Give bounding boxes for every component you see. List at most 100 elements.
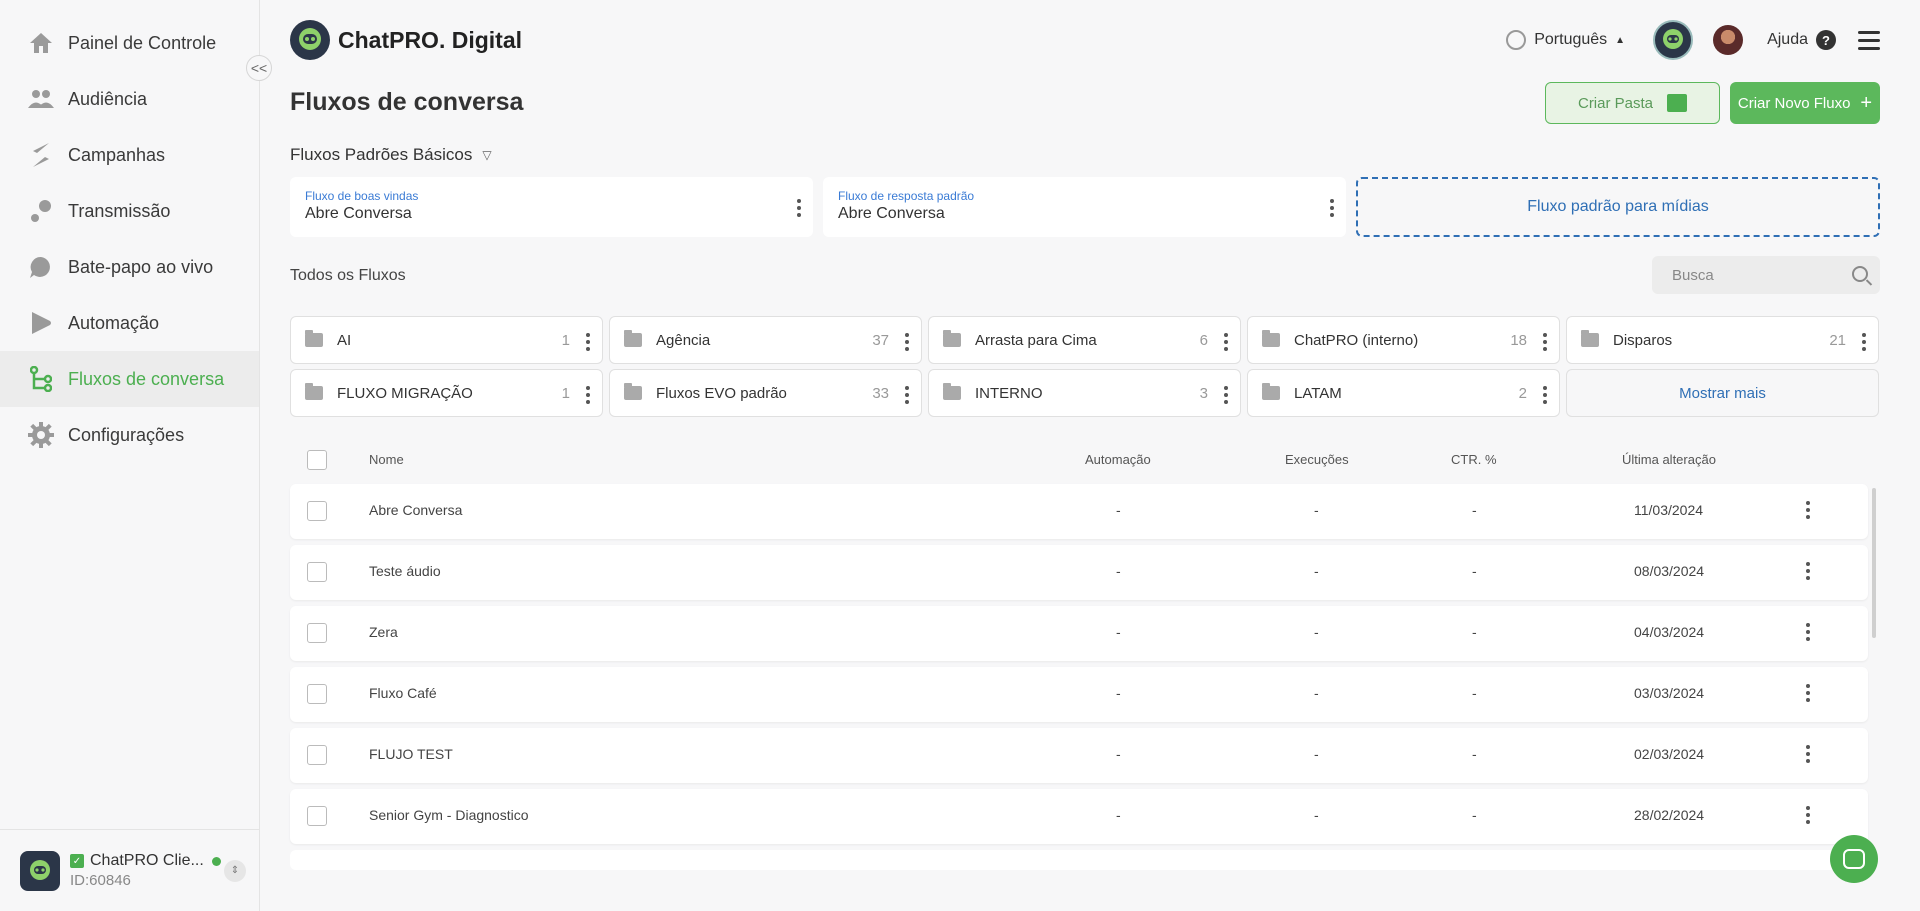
row-checkbox[interactable] <box>307 745 327 765</box>
column-executions[interactable]: Execuções <box>1285 452 1349 467</box>
row-checkbox[interactable] <box>307 501 327 521</box>
more-options-icon[interactable] <box>1806 745 1810 763</box>
flow-name[interactable]: Fluxo Café <box>369 685 437 701</box>
sidebar-item-campanhas[interactable]: Campanhas <box>0 127 259 183</box>
folder-icon <box>1581 330 1599 347</box>
folder-item[interactable]: Disparos 21 <box>1566 316 1879 364</box>
folder-count: 6 <box>1199 331 1208 349</box>
bot-avatar[interactable] <box>1653 20 1694 60</box>
flow-name[interactable]: Abre Conversa <box>369 502 462 518</box>
sidebar-item-fluxos[interactable]: Fluxos de conversa <box>0 351 259 407</box>
sidebar-item-label: Transmissão <box>68 200 171 221</box>
chevron-down-icon: ▽ <box>482 148 492 162</box>
folder-item[interactable]: INTERNO 3 <box>928 369 1241 417</box>
folder-icon <box>305 330 323 347</box>
flow-executions: - <box>1314 624 1319 640</box>
language-selector[interactable]: Português ▲ <box>1506 30 1625 50</box>
more-options-icon[interactable] <box>1543 386 1547 404</box>
more-options-icon[interactable] <box>1806 684 1810 702</box>
create-folder-button[interactable]: Criar Pasta <box>1545 82 1720 124</box>
more-options-icon[interactable] <box>1330 199 1334 217</box>
table-row[interactable]: Teste áudio - - - 08/03/2024 <box>290 545 1868 600</box>
sidebar-item-label: Fluxos de conversa <box>68 368 225 389</box>
more-options-icon[interactable] <box>1806 806 1810 824</box>
flow-date: 03/03/2024 <box>1634 685 1705 701</box>
folder-item[interactable]: AI 1 <box>290 316 603 364</box>
folder-item[interactable]: ChatPRO (interno) 18 <box>1247 316 1560 364</box>
welcome-flow-card[interactable]: Fluxo de boas vindas Abre Conversa <box>290 177 813 237</box>
folder-count: 33 <box>872 384 889 402</box>
media-flow-label: Fluxo padrão para mídias <box>1527 198 1709 215</box>
table-row[interactable]: FLUJO TEST - - - 02/03/2024 <box>290 728 1868 783</box>
column-ctr[interactable]: CTR. % <box>1451 452 1497 467</box>
folder-count: 3 <box>1199 384 1208 402</box>
more-options-icon[interactable] <box>1862 333 1866 351</box>
row-checkbox[interactable] <box>307 806 327 826</box>
more-options-icon[interactable] <box>586 386 590 404</box>
table-row[interactable]: Senior Gym - Diagnostico - - - 28/02/202… <box>290 789 1868 844</box>
sidebar-item-label: Bate-papo ao vivo <box>68 256 214 277</box>
menu-icon[interactable] <box>1858 30 1880 50</box>
sidebar-item-painel[interactable]: Painel de Controle <box>0 15 259 71</box>
flow-executions: - <box>1314 807 1319 823</box>
sidebar-item-audiencia[interactable]: Audiência <box>0 71 259 127</box>
flow-name[interactable]: Teste áudio <box>369 563 441 579</box>
sidebar-item-automacao[interactable]: Automação <box>0 295 259 351</box>
flow-name[interactable]: FLUJO TEST <box>369 746 453 762</box>
reply-flow-card[interactable]: Fluxo de resposta padrão Abre Conversa <box>823 177 1346 237</box>
table-scrollbar[interactable] <box>1872 488 1876 638</box>
more-options-icon[interactable] <box>586 333 590 351</box>
more-options-icon[interactable] <box>905 386 909 404</box>
help-label: Ajuda <box>1767 31 1808 48</box>
column-last-change[interactable]: Última alteração <box>1622 452 1716 467</box>
show-more-button[interactable]: Mostrar mais <box>1566 369 1879 417</box>
folder-name: ChatPRO (interno) <box>1294 331 1419 349</box>
search-icon <box>1852 266 1868 282</box>
chat-icon <box>28 254 54 280</box>
flow-name[interactable]: Zera <box>369 624 398 640</box>
sidebar-item-configuracoes[interactable]: Configurações <box>0 407 259 463</box>
flow-ctr: - <box>1472 807 1477 823</box>
folder-item[interactable]: Agência 37 <box>609 316 922 364</box>
more-options-icon[interactable] <box>1806 501 1810 519</box>
folder-item[interactable]: Fluxos EVO padrão 33 <box>609 369 922 417</box>
column-name[interactable]: Nome <box>369 452 404 467</box>
folder-item[interactable]: FLUXO MIGRAÇÃO 1 <box>290 369 603 417</box>
table-row[interactable]: Zera - - - 04/03/2024 <box>290 606 1868 661</box>
more-options-icon[interactable] <box>1806 623 1810 641</box>
more-options-icon[interactable] <box>1543 333 1547 351</box>
search-input[interactable]: Busca <box>1652 256 1880 294</box>
folder-item[interactable]: Arrasta para Cima 6 <box>928 316 1241 364</box>
table-row[interactable]: Abre Conversa - - - 11/03/2024 <box>290 484 1868 539</box>
column-automation[interactable]: Automação <box>1085 452 1151 467</box>
more-options-icon[interactable] <box>905 333 909 351</box>
switch-account-icon[interactable]: ⇕ <box>224 859 246 882</box>
create-flow-button[interactable]: Criar Novo Fluxo + <box>1730 82 1880 124</box>
more-options-icon[interactable] <box>1806 562 1810 580</box>
folder-count: 37 <box>872 331 889 349</box>
row-checkbox[interactable] <box>307 623 327 643</box>
account-switcher[interactable]: ✓ ChatPRO Clie... ID:60846 ⇕ <box>0 829 260 911</box>
sidebar-item-bate-papo[interactable]: Bate-papo ao vivo <box>0 239 259 295</box>
default-flows-toggle[interactable]: Fluxos Padrões Básicos ▽ <box>290 145 492 165</box>
more-options-icon[interactable] <box>797 199 801 217</box>
user-avatar[interactable] <box>1713 25 1744 55</box>
help-button[interactable]: Ajuda ? <box>1767 30 1836 50</box>
chat-support-button[interactable] <box>1830 835 1878 883</box>
more-options-icon[interactable] <box>1224 386 1228 404</box>
more-options-icon[interactable] <box>1224 333 1228 351</box>
flow-name[interactable]: Senior Gym - Diagnostico <box>369 807 529 823</box>
row-checkbox[interactable] <box>307 562 327 582</box>
welcome-flow-label: Fluxo de boas vindas <box>305 189 419 203</box>
page-title: Fluxos de conversa <box>290 88 524 116</box>
row-checkbox[interactable] <box>307 684 327 704</box>
folder-item[interactable]: LATAM 2 <box>1247 369 1560 417</box>
folder-name: Agência <box>656 331 711 349</box>
collapse-sidebar-button[interactable]: << <box>246 55 272 81</box>
account-name: ChatPRO Clie... <box>90 852 204 869</box>
sidebar-item-transmissao[interactable]: Transmissão <box>0 183 259 239</box>
select-all-checkbox[interactable] <box>307 450 327 470</box>
media-flow-card[interactable]: Fluxo padrão para mídias <box>1356 177 1880 237</box>
flow-automation: - <box>1116 502 1121 518</box>
table-row[interactable]: Fluxo Café - - - 03/03/2024 <box>290 667 1868 722</box>
